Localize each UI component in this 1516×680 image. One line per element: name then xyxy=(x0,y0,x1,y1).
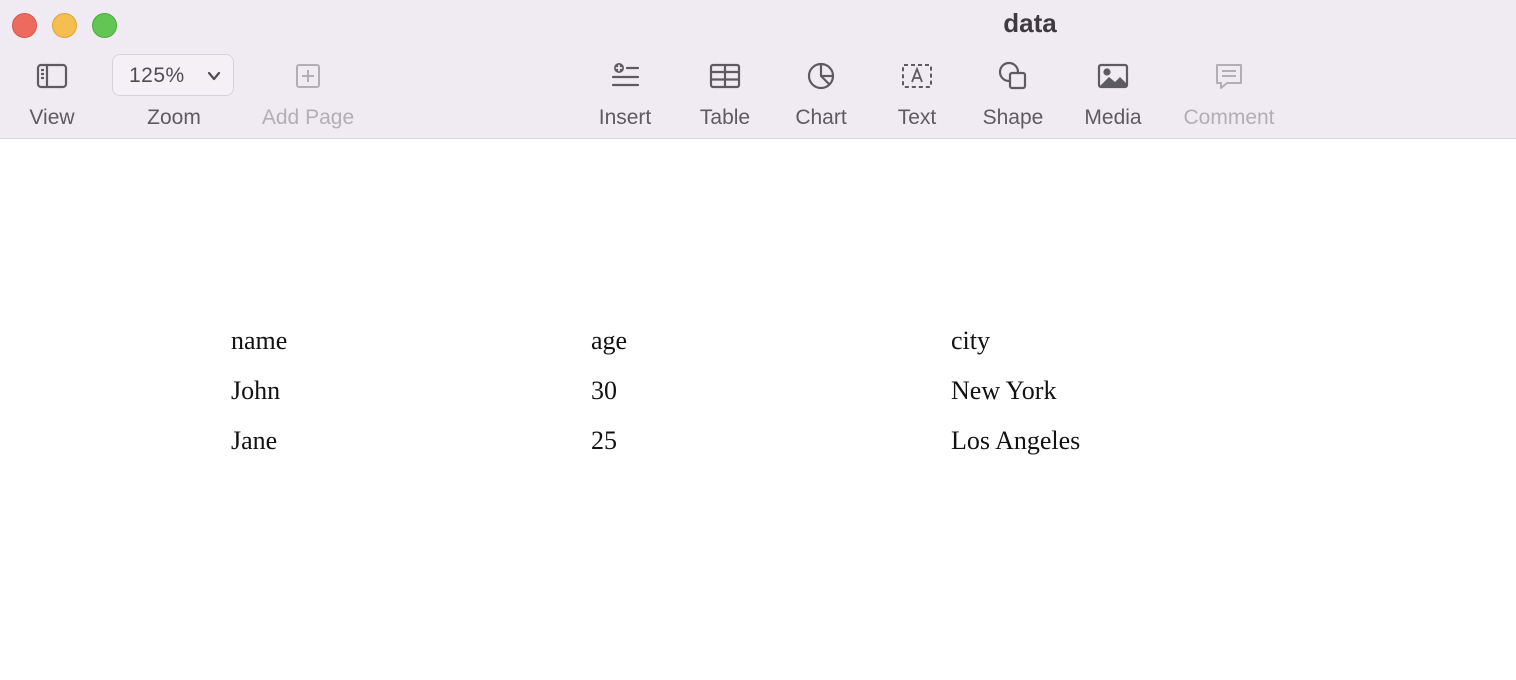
zoom-dropdown[interactable]: 125% xyxy=(112,54,234,96)
table-cell: Los Angeles xyxy=(951,426,1081,455)
table-button[interactable]: Table xyxy=(670,56,780,130)
shape-label: Shape xyxy=(982,106,1044,129)
table-header-cell: name xyxy=(231,326,288,355)
view-button[interactable]: View xyxy=(0,56,107,130)
table-label: Table xyxy=(699,106,751,129)
plus-square-icon xyxy=(288,56,328,96)
zoom-label: Zoom xyxy=(147,106,201,129)
chart-button[interactable]: Chart xyxy=(766,56,876,130)
table-cell: Jane xyxy=(231,426,278,455)
comment-button[interactable]: Comment xyxy=(1174,56,1284,130)
insert-label: Insert xyxy=(598,106,652,129)
photo-icon xyxy=(1093,56,1133,96)
table-cell: 25 xyxy=(591,426,617,455)
text-button[interactable]: Text xyxy=(862,56,972,130)
chevron-down-icon xyxy=(206,68,222,84)
toolbar: data View 125% Zoom Add Page Insert Tabl… xyxy=(0,0,1516,139)
media-label: Media xyxy=(1084,106,1142,129)
add-page-button[interactable]: Add Page xyxy=(253,56,363,130)
text-box-icon xyxy=(897,56,937,96)
zoom-value: 125% xyxy=(129,64,185,87)
shape-button[interactable]: Shape xyxy=(958,56,1068,130)
add-page-label: Add Page xyxy=(261,106,355,129)
maximize-window-button[interactable] xyxy=(92,13,117,38)
minimize-window-button[interactable] xyxy=(52,13,77,38)
chart-label: Chart xyxy=(795,106,847,129)
table-header-cell: city xyxy=(951,326,990,355)
sidebar-icon xyxy=(32,56,72,96)
table-icon xyxy=(705,56,745,96)
window-title: data xyxy=(1003,8,1057,38)
comment-icon xyxy=(1209,56,1249,96)
table-header-cell: age xyxy=(591,326,628,355)
insert-button[interactable]: Insert xyxy=(570,56,680,130)
close-window-button[interactable] xyxy=(12,13,37,38)
view-label: View xyxy=(29,106,75,129)
table-cell: John xyxy=(231,376,281,405)
media-button[interactable]: Media xyxy=(1058,56,1168,130)
text-label: Text xyxy=(897,106,937,129)
table-cell: New York xyxy=(951,376,1057,405)
table-cell: 30 xyxy=(591,376,617,405)
comment-label: Comment xyxy=(1183,106,1275,129)
pie-chart-icon xyxy=(801,56,841,96)
insert-list-icon xyxy=(605,56,645,96)
shapes-icon xyxy=(993,56,1033,96)
